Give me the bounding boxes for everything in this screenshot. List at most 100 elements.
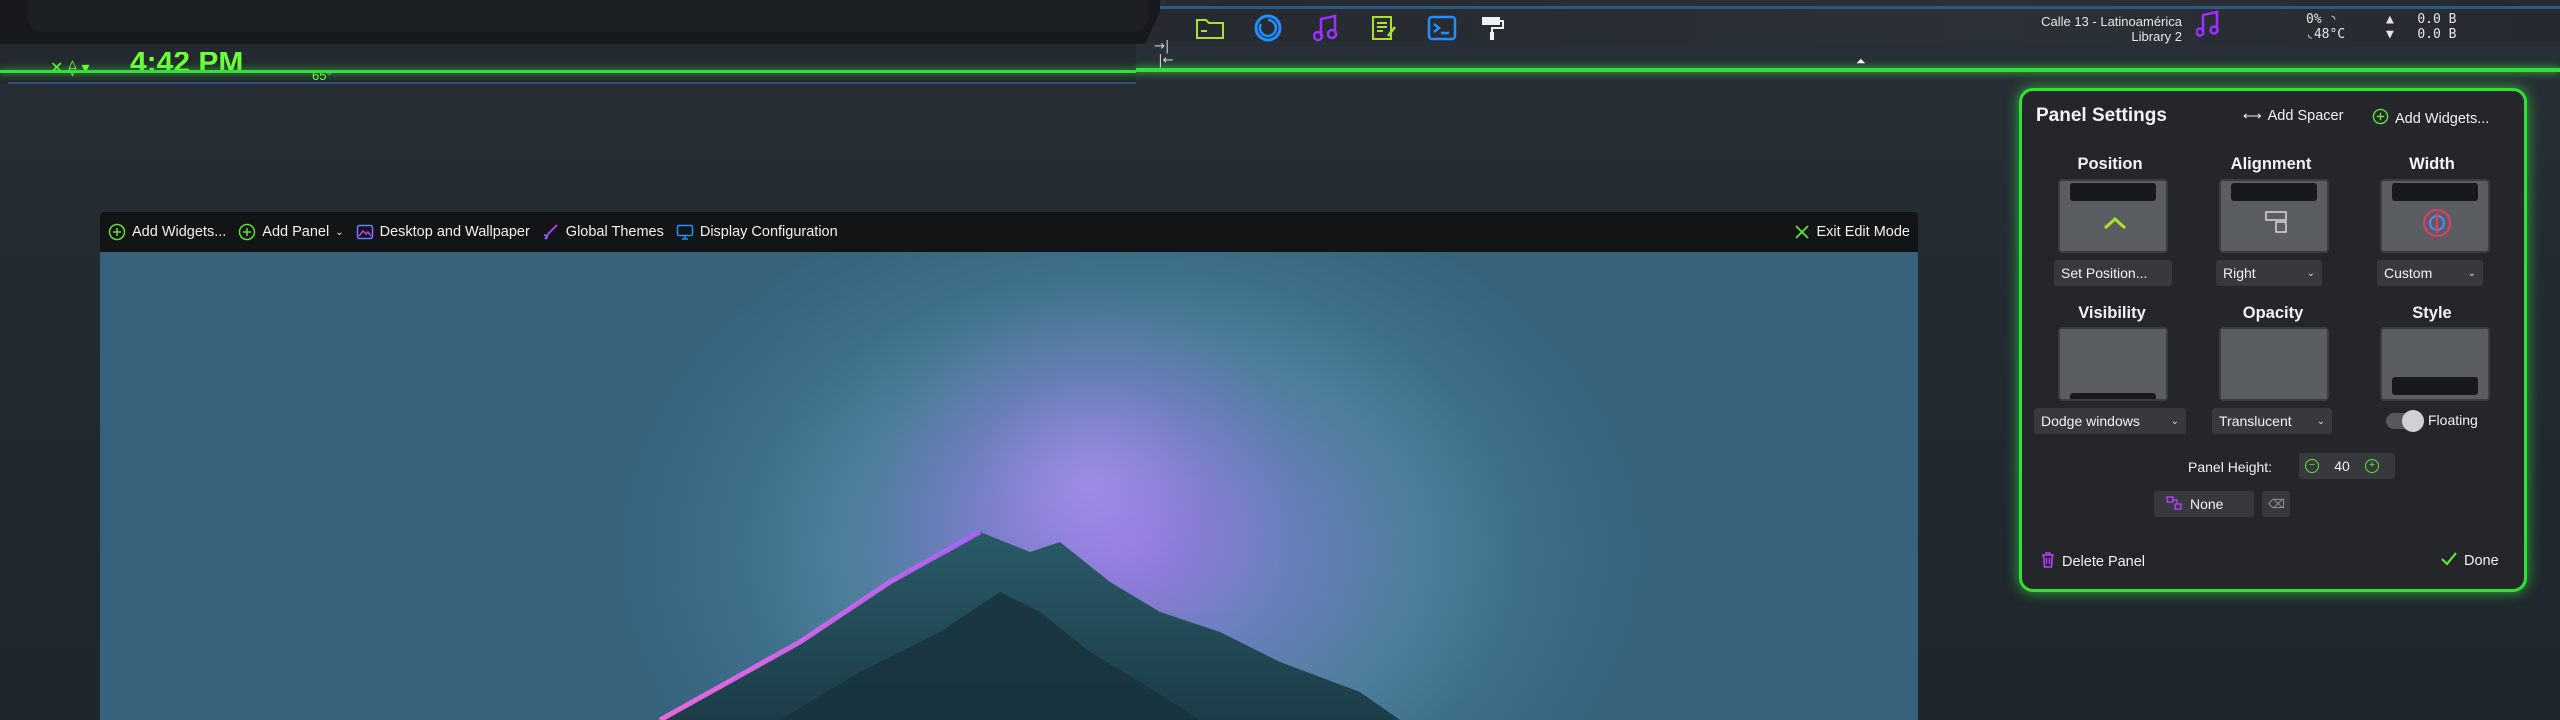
visibility-value: Dodge windows <box>2041 413 2140 429</box>
position-label: Position <box>2077 155 2143 173</box>
trash-icon <box>2040 551 2056 573</box>
alignment-label: Alignment <box>2230 155 2312 173</box>
move-right-icon[interactable]: →| <box>1150 40 1174 54</box>
chevron-down-icon: ⌄ <box>2306 267 2315 279</box>
add-widgets-button[interactable]: Add Widgets... <box>2372 108 2489 129</box>
chevron-down-icon: ⌄ <box>335 226 344 238</box>
done-label: Done <box>2464 553 2499 569</box>
opacity-label: Opacity <box>2242 304 2304 322</box>
exit-edit-mode-button[interactable]: Exit Edit Mode <box>1793 223 1911 241</box>
panel-highlight-left <box>0 70 1136 73</box>
chevron-up-icon <box>2103 216 2127 230</box>
wallpaper-icon <box>356 223 374 241</box>
position-preview[interactable] <box>2058 179 2168 253</box>
set-position-button[interactable]: Set Position... <box>2054 260 2172 286</box>
chevron-down-icon: ⌄ <box>2467 267 2476 279</box>
shortcut-value: None <box>2190 496 2224 512</box>
panel-height-label: Panel Height: <box>2188 459 2273 475</box>
shortcut-button[interactable]: None <box>2154 491 2254 517</box>
global-themes-button[interactable]: Global Themes <box>542 223 664 241</box>
add-spacer-button[interactable]: ⟷ Add Spacer <box>2243 108 2343 124</box>
width-value: Custom <box>2384 265 2433 281</box>
display-configuration-button[interactable]: Display Configuration <box>676 223 838 241</box>
panel-height-spinbox[interactable]: − 40 + <box>2299 453 2395 479</box>
visibility-select[interactable]: Dodge windows ⌄ <box>2034 408 2186 434</box>
upload-arrow-icon: ▲ <box>2386 12 2394 27</box>
terminal-icon[interactable] <box>1424 12 1460 44</box>
net-down: 0.0 B <box>2417 27 2457 42</box>
width-preview[interactable] <box>2380 179 2490 253</box>
cpu-percent: 0% <box>2306 12 2322 27</box>
style-preview[interactable] <box>2380 327 2490 401</box>
backspace-icon: ⌫ <box>2268 497 2285 511</box>
add-panel-button[interactable]: Add Panel ⌄ <box>238 223 344 241</box>
panel-highlight-right <box>1136 68 2560 72</box>
panel-resize-handles[interactable]: →| |← <box>1150 40 1174 68</box>
width-label: Width <box>2409 155 2455 173</box>
move-left-icon[interactable]: |← <box>1150 54 1173 68</box>
alignment-select[interactable]: Right ⌄ <box>2216 260 2322 286</box>
custom-width-icon <box>2423 209 2451 237</box>
align-right-icon <box>2265 211 2287 233</box>
panel-accent-line <box>1160 6 2560 9</box>
delete-panel-label: Delete Panel <box>2062 554 2146 570</box>
decrement-icon[interactable]: − <box>2305 459 2319 473</box>
cpu-temp: 48°C <box>2313 27 2346 42</box>
add-panel-label: Add Panel <box>262 224 330 240</box>
panel-settings-title: Panel Settings <box>2036 105 2167 126</box>
add-widgets-label: Add Widgets... <box>132 224 227 240</box>
net-up: 0.0 B <box>2417 12 2457 27</box>
alignment-value: Right <box>2223 265 2256 281</box>
now-playing[interactable]: Calle 13 - Latinoamérica Library 2 <box>2041 14 2182 44</box>
visibility-label: Visibility <box>2078 304 2146 322</box>
alignment-preview[interactable] <box>2219 179 2329 253</box>
text-editor-icon[interactable] <box>1366 12 1402 44</box>
paint-roller-icon[interactable] <box>1474 12 1510 44</box>
delete-panel-button[interactable]: Delete Panel <box>2040 551 2145 573</box>
plus-circle-icon <box>238 223 256 241</box>
top-edge-inner <box>28 0 1148 32</box>
close-icon <box>1793 223 1811 241</box>
clock-widget-icons: ✕ ⟠ ▾ <box>50 58 90 77</box>
increment-icon[interactable]: + <box>2365 459 2379 473</box>
panel-settings-dialog: Panel Settings ⟷ Add Spacer Add Widgets.… <box>2019 88 2527 592</box>
media-music-icon[interactable] <box>2195 10 2220 42</box>
mountain-illustration <box>658 529 1400 720</box>
browser-icon[interactable] <box>1250 12 1286 44</box>
spacer-icon: ⟷ <box>2243 108 2262 123</box>
done-button[interactable]: Done <box>2440 551 2499 571</box>
cpu-monitor[interactable]: 0% ◝ ◟48°C <box>2306 12 2345 42</box>
edit-mode-toolbar: Add Widgets... Add Panel ⌄ Desktop and W… <box>100 212 1918 252</box>
temp-gauge-icon: ◟ <box>2306 27 2314 42</box>
chevron-down-icon: ⌄ <box>2170 415 2179 427</box>
brush-icon <box>542 223 560 241</box>
floating-toggle[interactable] <box>2386 410 2424 432</box>
opacity-preview[interactable] <box>2219 327 2329 401</box>
opacity-value: Translucent <box>2219 413 2292 429</box>
opacity-select[interactable]: Translucent ⌄ <box>2212 408 2332 434</box>
media-subtitle: Library 2 <box>2131 29 2182 44</box>
cpu-gauge-icon: ◝ <box>2329 12 2338 27</box>
checkmark-icon <box>2440 551 2458 571</box>
folder-icon[interactable] <box>1192 12 1228 44</box>
set-position-label: Set Position... <box>2061 265 2148 281</box>
exit-edit-mode-label: Exit Edit Mode <box>1816 224 1911 240</box>
visibility-preview[interactable] <box>2058 327 2168 401</box>
add-widgets-button[interactable]: Add Widgets... <box>108 223 226 241</box>
media-title: Calle 13 - Latinoamérica <box>2041 14 2182 29</box>
download-arrow-icon: ▼ <box>2386 27 2394 42</box>
global-themes-label: Global Themes <box>565 224 664 240</box>
clear-shortcut-button[interactable]: ⌫ <box>2262 491 2290 517</box>
clock-time: 4:42 PM <box>130 52 244 72</box>
width-select[interactable]: Custom ⌄ <box>2377 260 2483 286</box>
desktop-wallpaper-preview <box>100 252 1918 720</box>
desktop-wallpaper-button[interactable]: Desktop and Wallpaper <box>356 223 530 241</box>
chevron-down-icon: ⌄ <box>2316 415 2325 427</box>
panel-height-value: 40 <box>2334 458 2350 474</box>
add-widgets-label: Add Widgets... <box>2395 110 2490 127</box>
panel-resize-arrow-icon[interactable]: ⏶ <box>1856 55 1868 67</box>
plus-circle-icon <box>108 223 126 241</box>
display-configuration-label: Display Configuration <box>699 224 838 240</box>
music-icon[interactable] <box>1308 12 1344 44</box>
network-monitor[interactable]: ▲ 0.0 B ▼ 0.0 B <box>2386 12 2456 42</box>
